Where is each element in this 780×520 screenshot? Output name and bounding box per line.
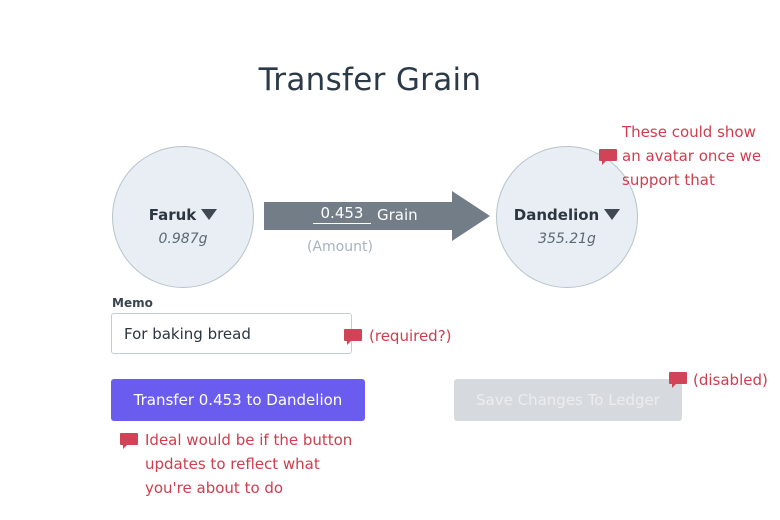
avatar-note-line: an avatar once we	[622, 147, 762, 165]
to-participant: Dandelion 355.21g	[496, 146, 638, 288]
button-note: Ideal would be if the button updates to …	[145, 428, 352, 500]
comment-icon	[344, 329, 362, 345]
avatar-note: These could show an avatar once we suppo…	[622, 120, 761, 192]
comment-icon	[599, 149, 617, 165]
button-note-line: updates to reflect what	[145, 455, 320, 473]
from-participant-balance: 0.987g	[158, 231, 208, 247]
from-participant-selector[interactable]: Faruk	[113, 206, 253, 224]
chevron-down-icon[interactable]	[604, 209, 621, 220]
to-participant-balance: 355.21g	[538, 231, 596, 247]
comment-icon	[120, 433, 138, 449]
memo-input[interactable]	[111, 313, 352, 354]
avatar-note-line: These could show	[622, 123, 756, 141]
to-participant-selector[interactable]: Dandelion	[497, 206, 637, 224]
save-disabled-note: (disabled)	[693, 371, 768, 389]
page-title: Transfer Grain	[258, 62, 482, 98]
save-changes-button: Save Changes To Ledger	[454, 379, 682, 421]
avatar-note-line: support that	[622, 171, 715, 189]
memo-required-note: (required?)	[369, 327, 452, 345]
from-participant: Faruk 0.987g	[112, 146, 254, 288]
button-note-line: you're about to do	[145, 479, 284, 497]
memo-label: Memo	[112, 296, 153, 310]
chevron-down-icon[interactable]	[201, 209, 218, 220]
button-note-line: Ideal would be if the button	[145, 431, 353, 449]
amount-unit-label: Grain	[377, 206, 418, 224]
to-participant-name: Dandelion	[513, 206, 600, 224]
comment-icon	[669, 372, 687, 388]
amount-hint: (Amount)	[307, 239, 373, 255]
amount-input[interactable]	[313, 203, 371, 224]
transfer-button[interactable]: Transfer 0.453 to Dandelion	[111, 379, 365, 421]
from-participant-name: Faruk	[148, 206, 197, 224]
